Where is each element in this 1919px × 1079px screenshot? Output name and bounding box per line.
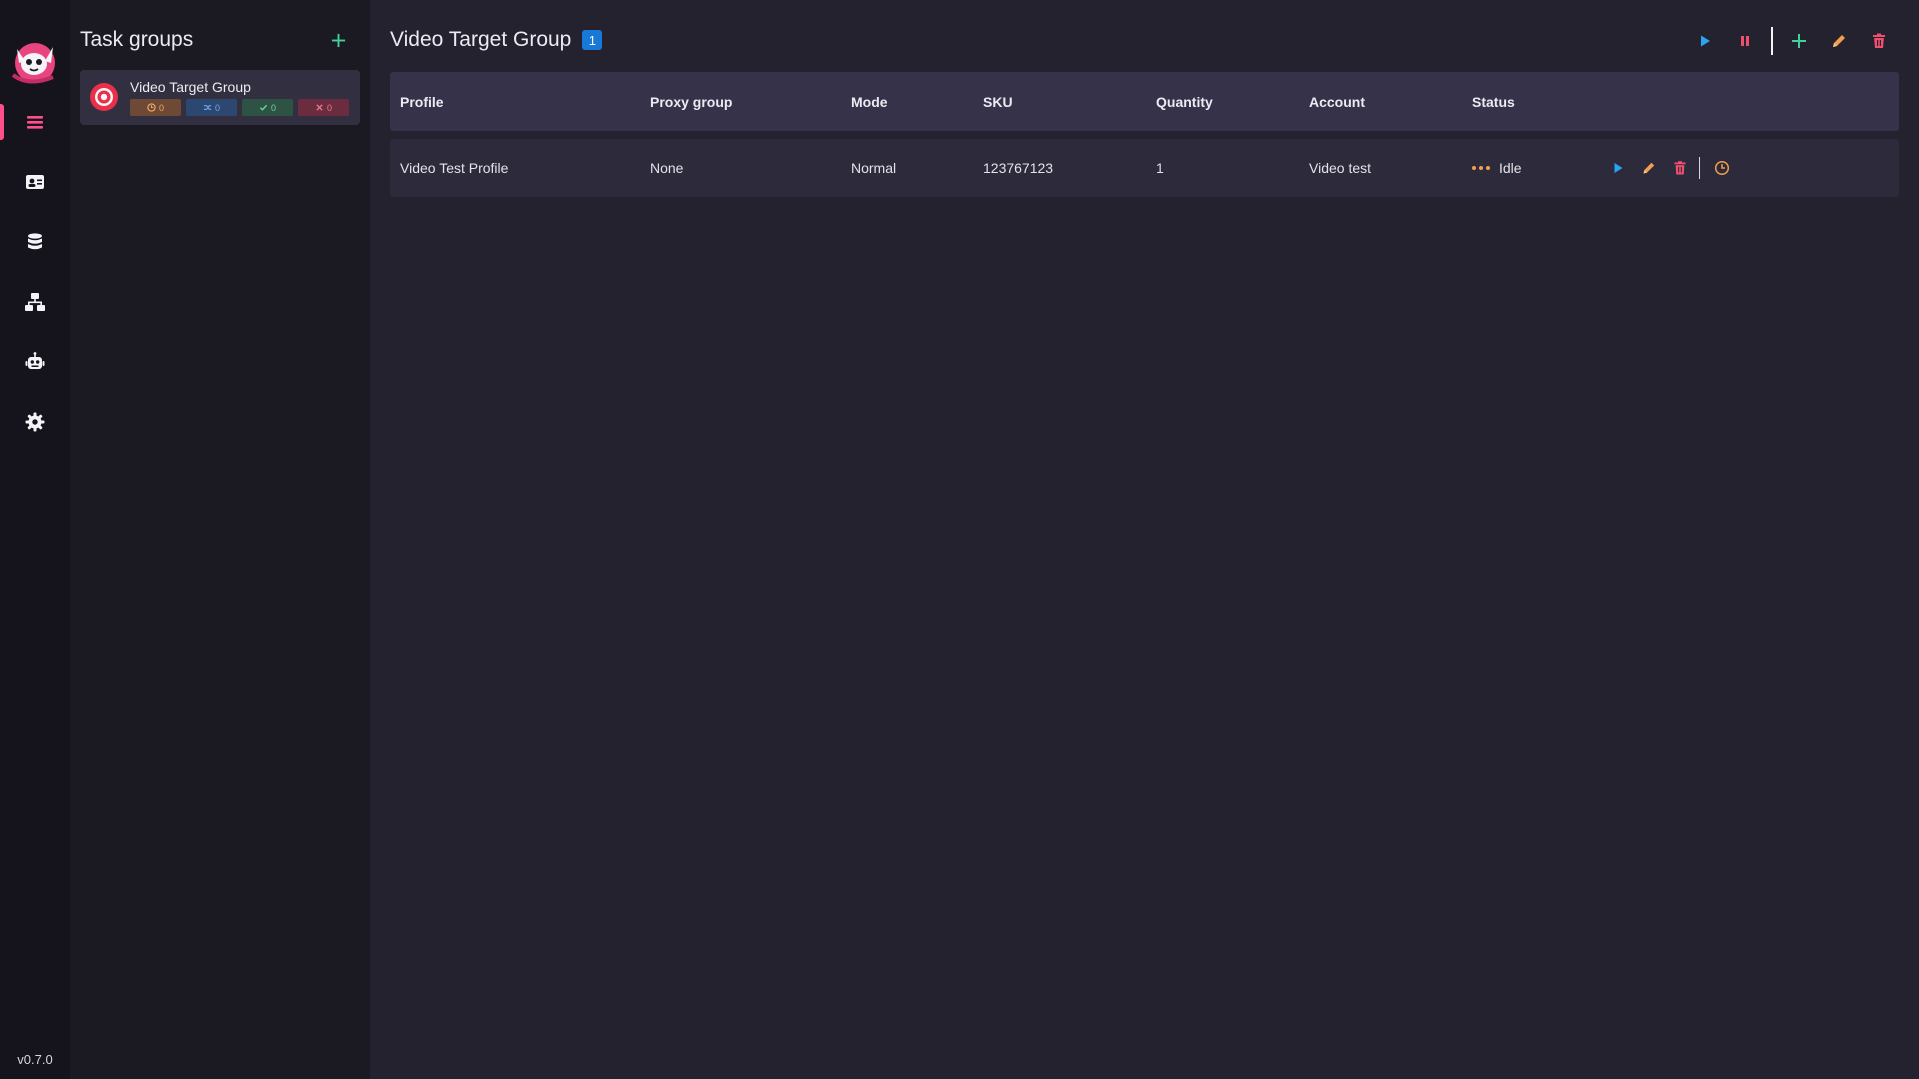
x-icon <box>316 104 323 111</box>
check-icon <box>259 104 268 111</box>
failed-count-badge: 0 <box>298 99 349 116</box>
robot-icon <box>25 352 45 369</box>
group-stats: 0 0 0 0 <box>130 99 349 116</box>
cell-sku: 123767123 <box>983 160 1054 176</box>
database-icon <box>28 233 42 250</box>
start-task-button[interactable] <box>1602 155 1633 181</box>
plus-icon <box>331 33 345 47</box>
page-title: Video Target Group <box>390 28 572 51</box>
app-version: v0.7.0 <box>17 1052 53 1067</box>
side-nav: v0.7.0 <box>0 0 70 1079</box>
group-card[interactable]: Video Target Group 0 0 0 0 <box>80 70 360 125</box>
stop-all-button[interactable] <box>1725 26 1765 56</box>
pencil-icon <box>1833 35 1845 47</box>
clock-icon <box>1714 160 1729 176</box>
trash-icon <box>1873 33 1885 48</box>
success-count-badge: 0 <box>242 99 293 116</box>
task-groups-panel: Task groups Video Target Group 0 0 0 0 <box>70 0 370 1079</box>
ellipsis-icon <box>1472 166 1490 170</box>
toolbar-divider <box>1771 27 1773 55</box>
task-count-badge: 1 <box>582 30 603 50</box>
play-icon <box>1701 35 1710 47</box>
column-header-quantity[interactable]: Quantity <box>1146 94 1299 110</box>
row-actions <box>1602 155 1737 181</box>
cell-profile: Video Test Profile <box>400 160 509 176</box>
page-header: Video Target Group 1 <box>390 28 603 52</box>
plus-icon <box>1792 34 1806 48</box>
nav-item-settings[interactable] <box>0 400 70 444</box>
edit-group-button[interactable] <box>1819 26 1859 56</box>
main-content: Video Target Group 1 Profile Proxy group… <box>390 0 1899 1079</box>
start-all-button[interactable] <box>1685 26 1725 56</box>
table-row[interactable]: Video Test Profile None Normal 123767123… <box>390 139 1899 197</box>
cell-quantity: 1 <box>1156 160 1164 176</box>
cell-proxy-group: None <box>650 160 684 176</box>
column-header-status[interactable]: Status <box>1462 94 1602 110</box>
status-text: Idle <box>1499 160 1522 176</box>
schedule-task-button[interactable] <box>1706 155 1737 181</box>
delete-task-button[interactable] <box>1664 155 1695 181</box>
pencil-icon <box>1643 162 1654 174</box>
cell-mode: Normal <box>851 160 897 176</box>
edit-task-button[interactable] <box>1633 155 1664 181</box>
column-header-account[interactable]: Account <box>1299 94 1462 110</box>
network-icon <box>25 293 45 311</box>
clock-icon <box>147 103 156 112</box>
running-count-badge: 0 <box>186 99 237 116</box>
trash-icon <box>1674 161 1685 175</box>
nav-item-profiles[interactable] <box>0 160 70 204</box>
group-name: Video Target Group <box>130 79 251 95</box>
cell-account: Video test <box>1309 160 1372 176</box>
row-actions-divider <box>1699 157 1700 179</box>
nav-item-proxies[interactable] <box>0 280 70 324</box>
app-logo <box>9 35 61 87</box>
nav-item-tasks[interactable] <box>0 100 70 144</box>
gear-icon <box>25 412 45 432</box>
add-group-button[interactable] <box>326 28 350 52</box>
column-header-proxy-group[interactable]: Proxy group <box>640 94 841 110</box>
add-task-button[interactable] <box>1779 26 1819 56</box>
tasks-table: Profile Proxy group Mode SKU Quantity Ac… <box>390 72 1899 197</box>
nav-item-database[interactable] <box>0 220 70 264</box>
cell-status: Idle <box>1462 160 1602 176</box>
shuffle-icon <box>203 105 212 110</box>
group-toolbar <box>1685 26 1899 56</box>
column-header-mode[interactable]: Mode <box>841 94 973 110</box>
task-groups-title: Task groups <box>80 28 194 51</box>
idle-count-badge: 0 <box>130 99 181 116</box>
pause-icon <box>1741 36 1749 46</box>
list-icon <box>27 116 43 129</box>
play-icon <box>1614 163 1622 173</box>
delete-group-button[interactable] <box>1859 26 1899 56</box>
column-header-sku[interactable]: SKU <box>973 94 1146 110</box>
column-header-profile[interactable]: Profile <box>390 94 640 110</box>
id-card-icon <box>26 175 44 189</box>
target-icon <box>89 82 119 112</box>
table-header: Profile Proxy group Mode SKU Quantity Ac… <box>390 72 1899 131</box>
nav-item-accounts[interactable] <box>0 340 70 384</box>
